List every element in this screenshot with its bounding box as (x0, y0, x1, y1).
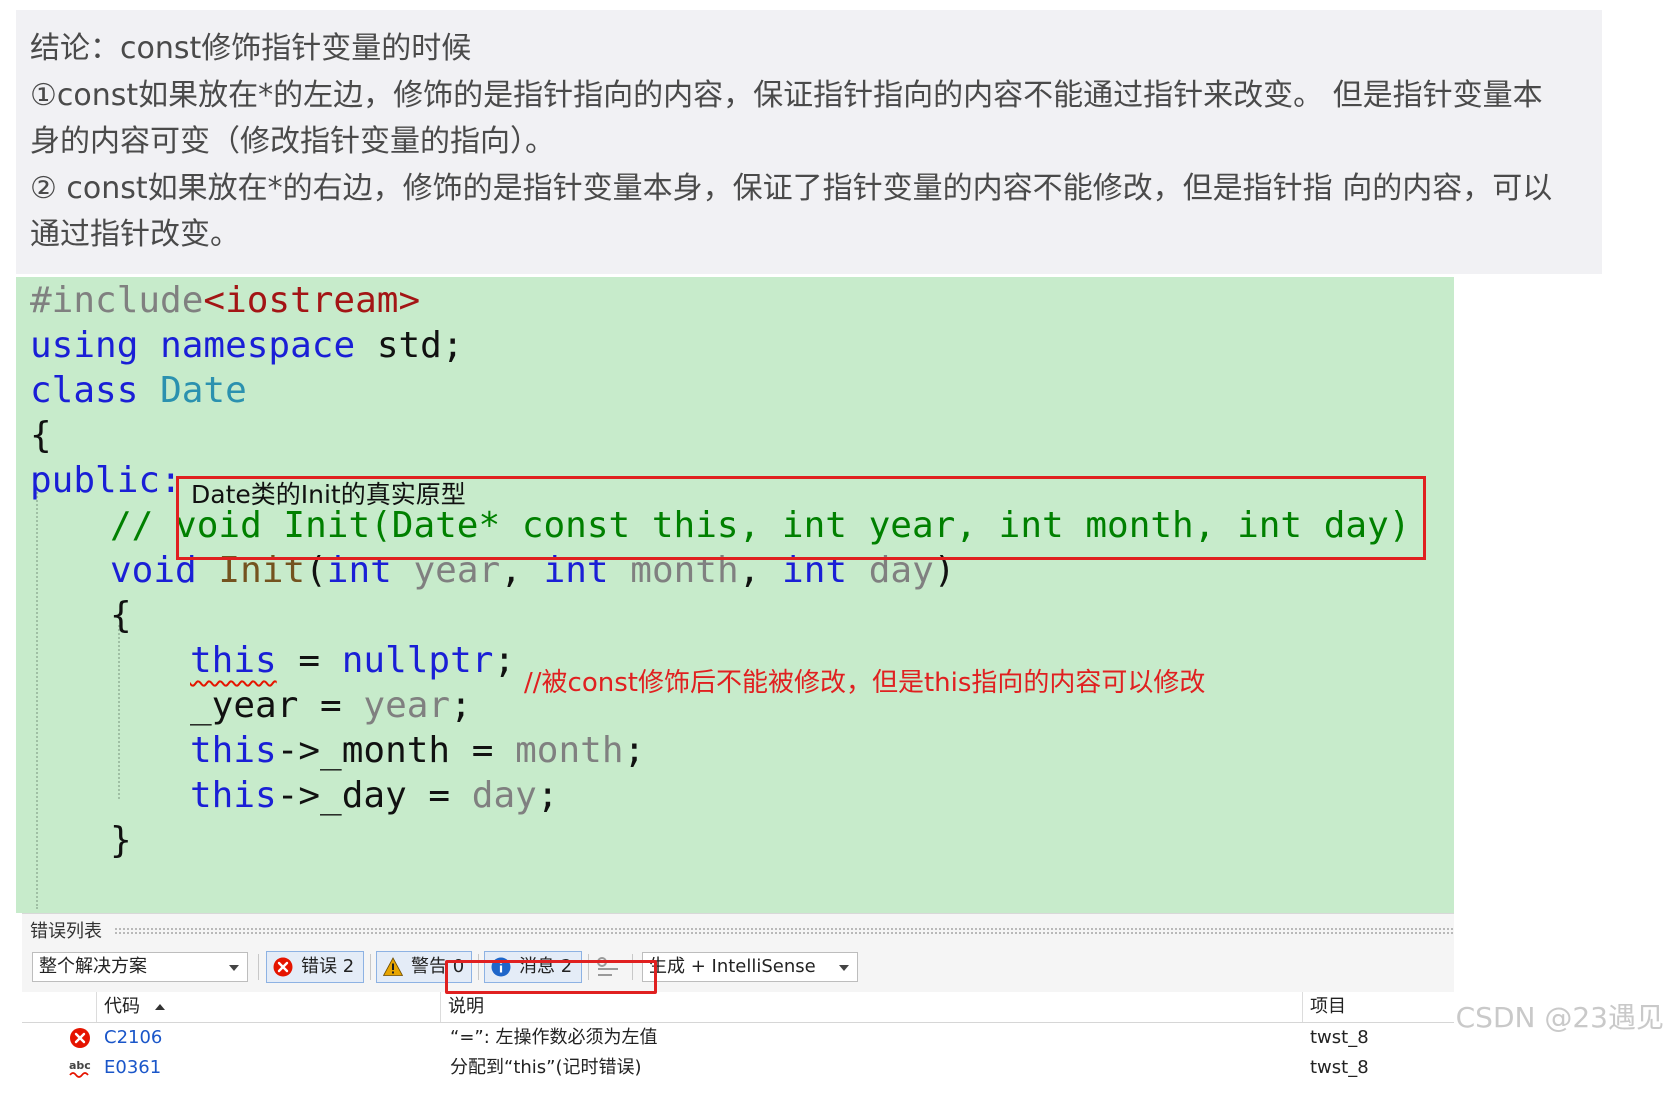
errors-filter-button[interactable]: 错误 2 (266, 951, 364, 983)
error-list-title: 错误列表 (30, 921, 102, 942)
column-header-code[interactable]: 代码 (104, 992, 166, 1022)
svg-text:abc: abc (69, 1059, 91, 1072)
build-source-dropdown[interactable]: 生成 + IntelliSense (642, 952, 858, 982)
error-project: twst_8 (1310, 1057, 1369, 1078)
chevron-down-icon (229, 965, 239, 971)
column-header-description[interactable]: 说明 (448, 992, 484, 1022)
warning-icon (383, 957, 403, 976)
code-line-1[interactable]: #include<iostream> (30, 277, 420, 325)
code-line-8[interactable]: { (110, 592, 132, 640)
this-const-annotation: //被const修饰后不能被修改，但是this指向的内容可以修改 (524, 668, 1206, 698)
column-header-project[interactable]: 项目 (1310, 992, 1346, 1022)
note-line-4: ② const如果放在*的右边，修饰的是指针变量本身，保证了指针变量的内容不能修… (30, 170, 1553, 206)
code-line-9[interactable]: this = nullptr; (190, 637, 515, 685)
note-line-3: 身的内容可变（修改指针变量的指向）。 (30, 124, 555, 159)
error-code-link[interactable]: E0361 (104, 1053, 161, 1081)
watermark: CSDN @23遇见 (1455, 1001, 1664, 1034)
error-description: 分配到“this”(记时错误) (450, 1057, 642, 1078)
error-project: twst_8 (1310, 1027, 1369, 1048)
column-divider (440, 992, 441, 1022)
error-highlight-box (445, 960, 657, 994)
error-list-panel: 错误列表 整个解决方案 错误 2 警告 0 消息 2 生成 + IntelliS… (22, 913, 1454, 1081)
intellisense-abc-icon: abc (69, 1059, 91, 1078)
panel-drag-grip[interactable] (114, 927, 1454, 934)
code-line-3[interactable]: class Date (30, 367, 247, 415)
error-squiggle: this (190, 640, 277, 681)
toolbar-divider (258, 954, 259, 980)
code-editor[interactable]: #include<iostream> using namespace std; … (16, 277, 1454, 913)
chevron-down-icon (839, 965, 849, 971)
note-line-2: ①const如果放在*的左边，修饰的是指针指向的内容，保证指针指向的内容不能通过… (30, 77, 1543, 113)
code-line-2[interactable]: using namespace std; (30, 322, 464, 370)
indent-guide (118, 625, 120, 799)
scope-dropdown[interactable]: 整个解决方案 (32, 952, 248, 982)
code-line-11[interactable]: this->_month = month; (190, 727, 645, 775)
prototype-annotation-label: Date类的Init的真实原型 (191, 480, 466, 509)
toolbar-divider (370, 954, 371, 980)
error-description: “=”: 左操作数必须为左值 (450, 1027, 658, 1048)
error-icon (70, 1028, 90, 1048)
column-divider (1302, 992, 1303, 1022)
code-line-10[interactable]: _year = year; (190, 682, 472, 730)
error-icon (273, 957, 293, 977)
error-list-toolbar: 整个解决方案 错误 2 警告 0 消息 2 生成 + IntelliSense (22, 948, 1454, 988)
note-line-5: 通过指针改变。 (30, 217, 240, 252)
sort-ascending-icon (154, 1004, 165, 1010)
table-row[interactable]: abc E0361 分配到“this”(记时错误) twst_8 (22, 1053, 1454, 1081)
error-code-link[interactable]: C2106 (104, 1023, 162, 1053)
conclusion-note: 结论：const修饰指针变量的时候 ①const如果放在*的左边，修饰的是指针指… (16, 10, 1602, 274)
code-line-13[interactable]: } (110, 817, 132, 865)
error-grid-header: 代码 说明 项目 (22, 992, 1454, 1023)
code-line-4[interactable]: { (30, 412, 52, 460)
column-divider (96, 992, 97, 1022)
code-line-5[interactable]: public: (30, 457, 182, 505)
code-line-12[interactable]: this->_day = day; (190, 772, 559, 820)
note-line-1: 结论：const修饰指针变量的时候 (30, 31, 472, 66)
indent-guide (36, 489, 38, 909)
table-row[interactable]: C2106 “=”: 左操作数必须为左值 twst_8 (22, 1023, 1454, 1053)
